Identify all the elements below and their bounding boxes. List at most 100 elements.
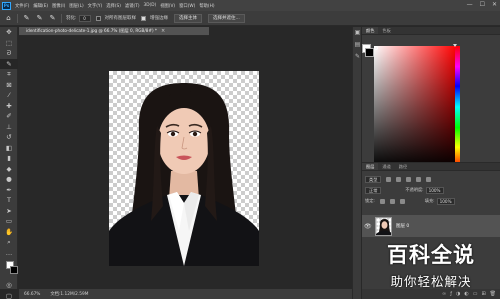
- auto-enhance-checkbox[interactable]: [141, 15, 147, 21]
- menu-window[interactable]: 窗口(W): [179, 3, 195, 9]
- options-bar: ⌂ ✎ ✎ ✎ 羽化: 0 对所有图层取样 增强边缘 选择主体 选择并遮住...: [0, 11, 500, 26]
- add-selection-icon[interactable]: ✎: [35, 14, 44, 23]
- menu-image[interactable]: 图像(I): [52, 3, 65, 9]
- tools-panel: ✥ ⬚ ᘐ ✎ ⌗ ⊠ ⁄ ✚ ✐ ⊥ ↺ ◧ ▮ ◆ ● ✒ T ➤ ▭ ✋ …: [0, 27, 18, 299]
- crop-tool-icon[interactable]: ⌗: [0, 69, 18, 80]
- feather-label: 羽化:: [66, 16, 77, 21]
- auto-enhance-label: 增强边缘: [150, 16, 169, 21]
- blend-mode-select[interactable]: 正常: [365, 186, 382, 194]
- separator: [61, 13, 62, 23]
- stamp-tool-icon[interactable]: ⊥: [0, 122, 18, 133]
- quick-select-tool-icon[interactable]: ✎: [0, 58, 18, 69]
- layer-kind-select[interactable]: 类型: [365, 175, 382, 183]
- menu-type[interactable]: 文字(Y): [88, 3, 103, 9]
- watermark-title: 百科全说: [387, 242, 475, 267]
- path-select-tool-icon[interactable]: ➤: [0, 206, 18, 217]
- frame-tool-icon[interactable]: ⊠: [0, 80, 18, 91]
- document-info[interactable]: 文档:1.12M/2.59M: [50, 291, 88, 297]
- more-tools-icon[interactable]: …: [0, 248, 18, 259]
- status-bar: 66.67% 文档:1.12M/2.59M: [19, 289, 352, 299]
- history-brush-tool-icon[interactable]: ↺: [0, 132, 18, 143]
- portrait-image: [109, 83, 259, 266]
- sample-all-layers-label: 对所有图层取样: [104, 16, 137, 21]
- menu-edit[interactable]: 编辑(E): [33, 3, 48, 9]
- document-title: identification-photo-delicate-1.jpg @ 66…: [26, 28, 158, 33]
- maximize-button[interactable]: ☐: [480, 1, 485, 8]
- menu-select[interactable]: 选择(S): [106, 3, 121, 9]
- menu-file[interactable]: 文件(F): [15, 3, 29, 9]
- zoom-level[interactable]: 66.67%: [24, 292, 40, 297]
- lock-all-icon[interactable]: [399, 198, 405, 204]
- layer-name[interactable]: 图层 0: [396, 223, 409, 229]
- filter-shape-icon[interactable]: [416, 176, 422, 182]
- properties-panel-icon[interactable]: ▤: [353, 39, 362, 51]
- menu-bar: Ps 文件(F) 编辑(E) 图像(I) 图层(L) 文字(Y) 选择(S) 滤…: [0, 0, 500, 11]
- watermark: 百科全说 助你轻松解决: [362, 232, 500, 296]
- filter-smart-object-icon[interactable]: [426, 176, 432, 182]
- opacity-input[interactable]: 100%: [425, 186, 444, 194]
- blur-tool-icon[interactable]: ◆: [0, 164, 18, 175]
- filter-type-icon[interactable]: [406, 176, 412, 182]
- foreground-color-chip[interactable]: [365, 48, 374, 57]
- window-controls: — ☐ ✕: [467, 1, 497, 8]
- document-tab[interactable]: identification-photo-delicate-1.jpg @ 66…: [19, 27, 209, 36]
- opacity-label: 不透明度:: [405, 187, 424, 192]
- lock-label: 锁定:: [365, 198, 375, 203]
- tab-color[interactable]: 颜色: [362, 27, 379, 34]
- move-tool-icon[interactable]: ✥: [0, 27, 18, 38]
- screen-mode-icon[interactable]: ▢: [0, 291, 18, 299]
- hue-slider-marker[interactable]: [453, 44, 457, 47]
- marquee-tool-icon[interactable]: ⬚: [0, 38, 18, 49]
- tool-preset-icon[interactable]: ⌂: [4, 14, 13, 23]
- hue-slider[interactable]: [455, 46, 460, 168]
- pen-tool-icon[interactable]: ✒: [0, 185, 18, 196]
- select-subject-button[interactable]: 选择主体: [174, 13, 203, 23]
- select-and-mask-button[interactable]: 选择并遮住...: [208, 13, 245, 23]
- eraser-tool-icon[interactable]: ◧: [0, 143, 18, 154]
- color-picker-field[interactable]: [374, 46, 457, 168]
- layers-panel-tabs: 图层 通道 路径: [362, 163, 500, 171]
- color-panel-tabs: 颜色 色板: [362, 27, 500, 35]
- brush-tool-icon[interactable]: ✐: [0, 111, 18, 122]
- filter-adjustment-icon[interactable]: [396, 176, 402, 182]
- eyedropper-tool-icon[interactable]: ⁄: [0, 90, 18, 101]
- lock-pixels-icon[interactable]: [379, 198, 385, 204]
- healing-tool-icon[interactable]: ✚: [0, 101, 18, 112]
- sample-all-layers-checkbox[interactable]: [95, 15, 101, 21]
- minimize-button[interactable]: —: [467, 1, 473, 8]
- close-tab-icon[interactable]: ×: [161, 28, 165, 34]
- shape-tool-icon[interactable]: ▭: [0, 216, 18, 227]
- visibility-eye-icon[interactable]: 👁: [364, 223, 372, 230]
- type-tool-icon[interactable]: T: [0, 195, 18, 206]
- new-selection-icon[interactable]: ✎: [22, 14, 31, 23]
- dodge-tool-icon[interactable]: ●: [0, 174, 18, 185]
- menu-view[interactable]: 视图(V): [160, 3, 175, 9]
- menu-layer[interactable]: 图层(L): [69, 3, 83, 9]
- lasso-tool-icon[interactable]: ᘐ: [0, 48, 18, 59]
- feather-input[interactable]: 0: [78, 14, 91, 22]
- brush-panel-icon[interactable]: ✎: [353, 51, 362, 63]
- color-swatches: [0, 258, 18, 280]
- hand-tool-icon[interactable]: ✋: [0, 227, 18, 238]
- quick-mask-icon[interactable]: ◎: [0, 280, 18, 291]
- history-panel-icon[interactable]: ▣: [353, 27, 362, 39]
- tab-swatches[interactable]: 色板: [378, 27, 394, 34]
- lock-position-icon[interactable]: [389, 198, 395, 204]
- menu-filter[interactable]: 滤镜(T): [125, 3, 140, 9]
- color-picker-marker[interactable]: [374, 46, 378, 50]
- filter-pixel-icon[interactable]: [386, 176, 392, 182]
- background-color-swatch[interactable]: [10, 266, 18, 274]
- tab-layers[interactable]: 图层: [362, 163, 379, 170]
- subtract-selection-icon[interactable]: ✎: [48, 14, 57, 23]
- fill-input[interactable]: 100%: [436, 197, 455, 205]
- watermark-subtitle: 助你轻松解决: [390, 273, 472, 289]
- layer-filter-row: 类型: [362, 174, 500, 184]
- image-canvas[interactable]: [109, 71, 259, 266]
- menu-help[interactable]: 帮助(H): [199, 3, 214, 9]
- tab-paths[interactable]: 路径: [395, 163, 411, 170]
- close-button[interactable]: ✕: [492, 1, 497, 8]
- tab-channels[interactable]: 通道: [378, 163, 394, 170]
- zoom-tool-icon[interactable]: ⌕: [0, 237, 18, 248]
- menu-3d[interactable]: 3D(D): [144, 3, 157, 8]
- gradient-tool-icon[interactable]: ▮: [0, 153, 18, 164]
